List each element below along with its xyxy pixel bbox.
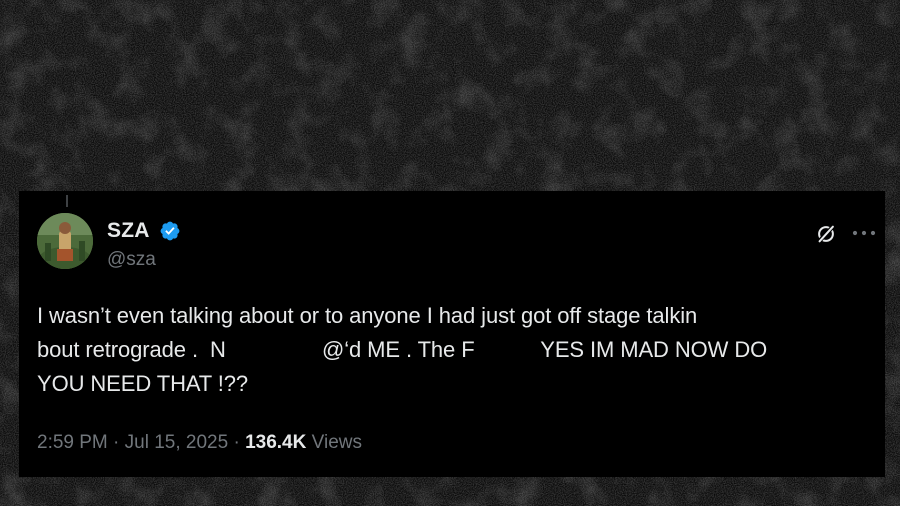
tweet-text-line: I wasn’t even talking about or to anyone… [37,303,698,328]
tweet-text: I wasn’t even talking about or to anyone… [37,299,857,401]
verified-badge-icon [160,221,180,241]
tweet-date[interactable]: Jul 15, 2025 [125,432,229,453]
tweet-text-line: bout retrograde . N @‘d ME . The F YES I… [37,337,768,362]
views-count[interactable]: 136.4K [245,432,306,453]
thread-connector-line [66,195,68,207]
views-label[interactable]: Views [312,432,362,453]
author-display-name[interactable]: SZA [107,219,150,243]
tweet-card[interactable]: SZA @sza I wasn’t even talking about or … [19,191,885,477]
meta-separator: · [233,432,240,453]
tweet-text-line: YOU NEED THAT !?? [37,371,249,396]
meta-separator: · [113,432,120,453]
grok-icon[interactable] [815,223,837,245]
author-handle[interactable]: @sza [107,249,156,271]
more-options-icon[interactable] [851,228,877,238]
tweet-meta-row: 2:59 PM · Jul 15, 2025 · 136.4K Views [37,432,362,454]
tweet-time[interactable]: 2:59 PM [37,432,108,453]
avatar[interactable] [37,213,93,269]
